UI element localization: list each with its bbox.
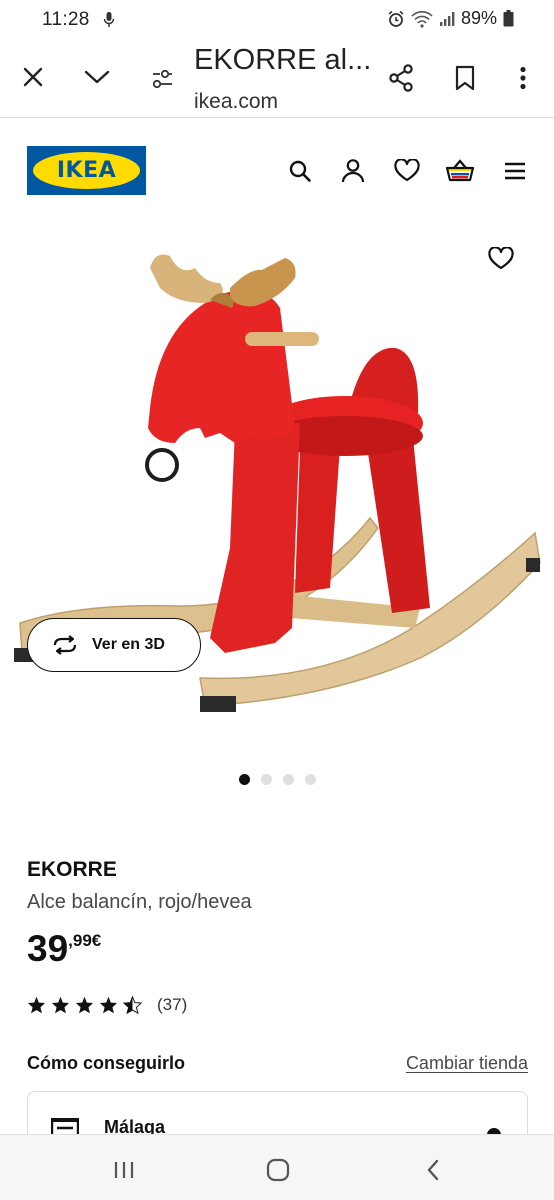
half-star-icon (123, 996, 142, 1014)
star-icon (75, 996, 94, 1014)
page-settings-button[interactable] (147, 64, 177, 94)
back-button[interactable] (418, 1155, 448, 1185)
more-icon (520, 66, 526, 90)
home-icon (266, 1158, 290, 1182)
alarm-icon (388, 10, 404, 27)
rotate-3d-icon (53, 635, 77, 655)
gallery-pagination (239, 774, 316, 785)
battery-percent: 89% (460, 8, 497, 28)
close-button[interactable] (18, 62, 48, 92)
bookmark-icon (455, 65, 475, 91)
product-rating[interactable]: (37) (27, 995, 187, 1015)
chevron-down-icon (84, 70, 110, 84)
share-button[interactable] (385, 62, 417, 94)
page-title[interactable]: EKORRE al... (194, 44, 371, 77)
battery-icon (503, 10, 514, 27)
wifi-icon (411, 10, 433, 28)
system-nav-bar (0, 1134, 554, 1200)
back-icon (427, 1159, 439, 1181)
site-header: IKEA (0, 118, 554, 228)
heart-icon (488, 247, 514, 270)
ikea-logo[interactable]: IKEA (27, 146, 146, 195)
account-button[interactable] (338, 156, 368, 186)
account-icon (341, 159, 365, 183)
change-store-link[interactable]: Cambiar tienda (406, 1053, 528, 1074)
recent-apps-icon (114, 1162, 134, 1178)
bookmark-button[interactable] (450, 62, 480, 94)
gallery-dot[interactable] (305, 774, 316, 785)
menu-icon (505, 162, 525, 180)
star-icon (99, 996, 118, 1014)
close-icon (23, 67, 43, 87)
favorites-button[interactable] (392, 156, 422, 186)
add-to-favorites-button[interactable] (484, 242, 518, 276)
cart-button[interactable] (445, 156, 475, 186)
logo-text: IKEA (56, 158, 117, 183)
gallery-dot[interactable] (261, 774, 272, 785)
page-url[interactable]: ikea.com (194, 90, 278, 114)
view-3d-label: Ver en 3D (92, 636, 165, 653)
recent-apps-button[interactable] (109, 1155, 139, 1185)
gallery-dot[interactable] (283, 774, 294, 785)
search-icon (289, 160, 311, 182)
browser-toolbar: EKORRE al... ikea.com (0, 40, 554, 118)
review-count: (37) (157, 995, 188, 1014)
share-icon (389, 64, 413, 92)
star-icon (51, 996, 70, 1014)
star-icon (27, 996, 46, 1014)
minimize-button[interactable] (81, 62, 113, 92)
availability-title: Cómo conseguirlo (27, 1053, 186, 1073)
status-time: 11:28 (42, 9, 90, 30)
product-price: 39 ,99€ (27, 929, 101, 969)
price-decimal: ,99€ (68, 931, 102, 950)
cart-icon (445, 159, 475, 182)
product-name: EKORRE (27, 858, 117, 881)
price-integer: 39 (27, 928, 69, 969)
gallery-dot[interactable] (239, 774, 250, 785)
status-bar: 11:28 89% (0, 0, 554, 40)
more-options-button[interactable] (508, 62, 538, 94)
search-button[interactable] (285, 156, 315, 186)
heart-icon (394, 159, 420, 182)
product-description: Alce balancín, rojo/hevea (27, 891, 252, 913)
signal-icon (439, 11, 455, 26)
page-settings-icon (152, 69, 172, 89)
home-button[interactable] (263, 1155, 293, 1185)
product-gallery[interactable]: Ver en 3D (0, 228, 554, 808)
view-3d-button[interactable]: Ver en 3D (27, 618, 201, 672)
mic-icon (103, 12, 115, 27)
menu-button[interactable] (500, 156, 530, 186)
